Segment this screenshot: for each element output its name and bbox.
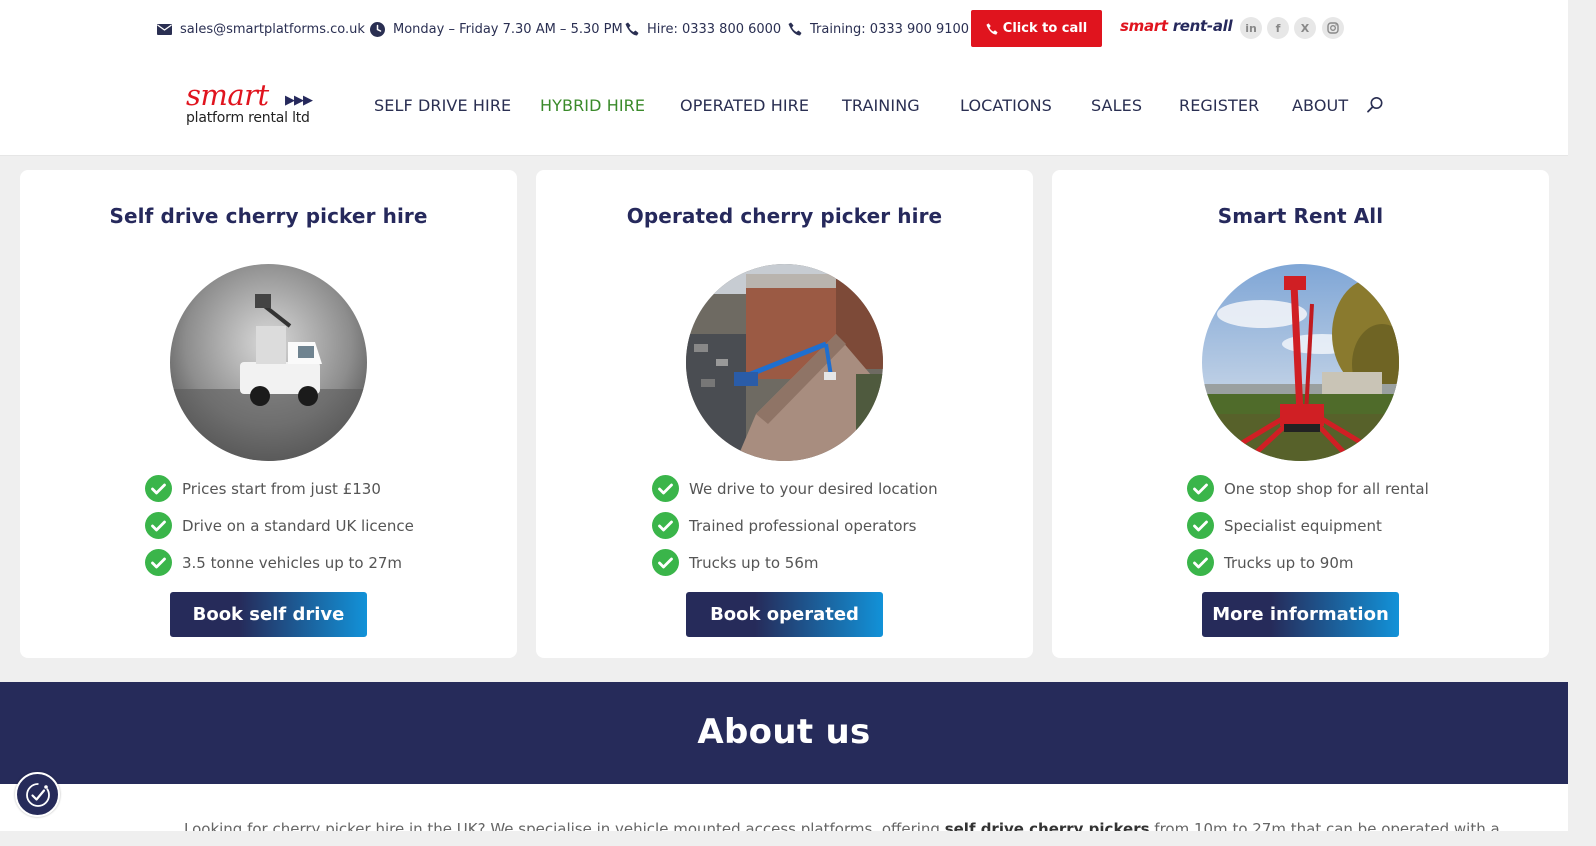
nav-sales[interactable]: SALES [1091,96,1142,115]
spider-lift-image [1202,264,1399,461]
book-operated-button[interactable]: Book operated [686,592,883,637]
check-icon [1187,512,1214,539]
instagram-icon[interactable] [1322,17,1344,39]
card-smart-rent-all: Smart Rent All One stop shop for all ren… [1052,170,1549,658]
check-icon [652,549,679,576]
list-item: Trained professional operators [652,507,938,544]
click-to-call-button[interactable]: Click to call [971,10,1102,47]
about-paragraph: Looking for cherry picker hire in the UK… [184,820,1500,831]
top-bar: sales@smartplatforms.co.uk Monday – Frid… [0,0,1568,58]
list-item: One stop shop for all rental [1187,470,1429,507]
smart-platform-logo[interactable]: smart ▶▶▶ platform rental ltd [186,80,336,132]
nav-locations[interactable]: LOCATIONS [960,96,1052,115]
nav-hybrid-hire[interactable]: HYBRID HIRE [540,96,645,115]
check-icon [145,475,172,502]
check-icon [1187,549,1214,576]
opening-hours: Monday – Friday 7.30 AM – 5.30 PM [370,19,623,39]
list-item: Trucks up to 56m [652,544,938,581]
section-title: About us [697,712,871,752]
check-icon [1187,475,1214,502]
list-item: Prices start from just £130 [145,470,414,507]
facebook-icon[interactable]: f [1267,17,1289,39]
phone-icon [986,22,998,35]
card-title: Operated cherry picker hire [626,204,943,228]
operated-cherry-picker-image [686,264,883,461]
accessibility-icon [25,782,50,807]
book-self-drive-button[interactable]: Book self drive [170,592,367,637]
training-phone-text: Training: 0333 900 9100 [810,21,970,37]
training-phone-link[interactable]: Training: 0333 900 9100 [788,19,969,39]
card-self-drive: Self drive cherry picker hire Prices sta… [20,170,517,658]
self-drive-van-image [170,264,367,461]
email-link[interactable]: sales@smartplatforms.co.uk [157,19,365,39]
hire-phone-link[interactable]: Hire: 0333 800 6000 [625,19,781,39]
check-icon [652,475,679,502]
about-section-banner: About us [0,682,1568,784]
more-information-button[interactable]: More information [1202,592,1399,637]
about-section-body: Looking for cherry picker hire in the UK… [0,784,1568,831]
linkedin-icon[interactable]: in [1240,17,1262,39]
check-icon [145,512,172,539]
check-icon [145,549,172,576]
phone-icon [788,22,802,36]
list-item: Drive on a standard UK licence [145,507,414,544]
nav-training[interactable]: TRAINING [842,96,920,115]
list-item: We drive to your desired location [652,470,938,507]
feature-list: Prices start from just £130 Drive on a s… [145,470,414,581]
nav-operated-hire[interactable]: OPERATED HIRE [680,96,809,115]
mail-icon [157,23,172,35]
x-icon[interactable]: X [1294,17,1316,39]
phone-icon [625,22,639,36]
feature-list: We drive to your desired location Traine… [652,470,938,581]
check-icon [652,512,679,539]
list-item: 3.5 tonne vehicles up to 27m [145,544,414,581]
card-operated: Operated cherry picker hire We drive to … [536,170,1033,658]
search-icon[interactable] [1366,96,1384,114]
card-title: Smart Rent All [1217,204,1384,228]
nav-self-drive-hire[interactable]: SELF DRIVE HIRE [374,96,511,115]
list-item: Specialist equipment [1187,507,1429,544]
clock-icon [370,21,385,37]
nav-register[interactable]: REGISTER [1179,96,1259,115]
main-header: smart ▶▶▶ platform rental ltd SELF DRIVE… [0,58,1568,155]
smart-rent-all-logo[interactable]: smart rent-all [1120,17,1233,35]
email-text: sales@smartplatforms.co.uk [180,21,365,37]
hours-text: Monday – Friday 7.30 AM – 5.30 PM [393,21,623,37]
accessibility-button[interactable] [15,772,60,817]
self-drive-link[interactable]: self drive cherry pickers [945,820,1150,831]
click-to-call-label: Click to call [1002,21,1088,36]
feature-list: One stop shop for all rental Specialist … [1187,470,1429,581]
hire-phone-text: Hire: 0333 800 6000 [647,21,782,37]
card-title: Self drive cherry picker hire [109,204,428,228]
list-item: Trucks up to 90m [1187,544,1429,581]
nav-about[interactable]: ABOUT [1292,96,1348,115]
